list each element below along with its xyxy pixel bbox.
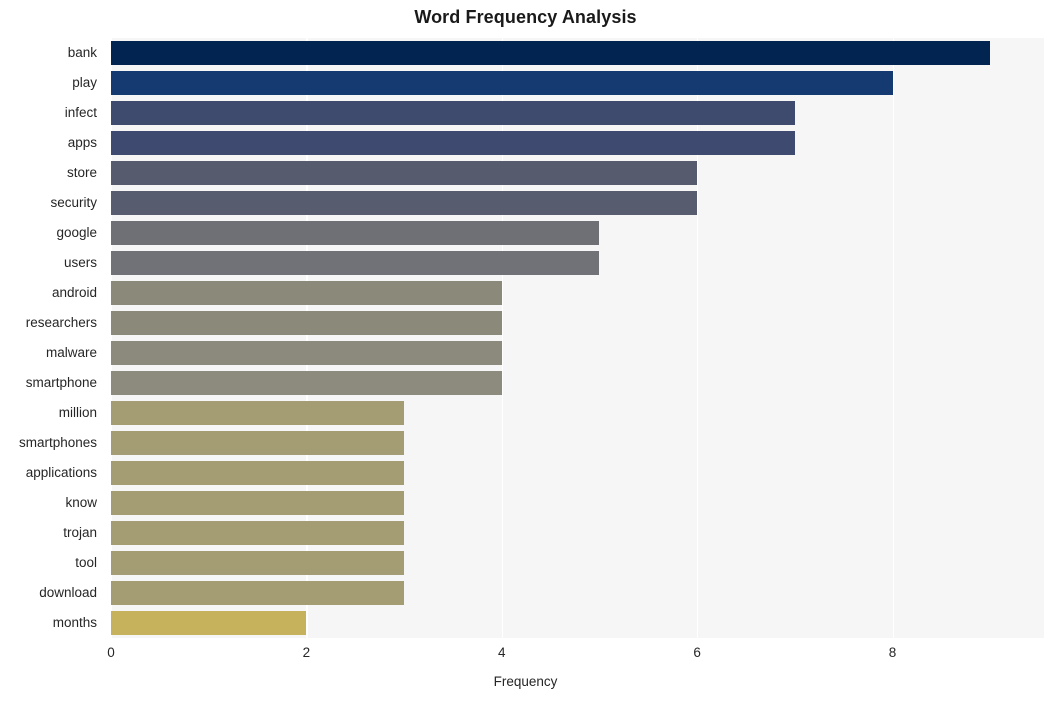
y-tick-label-smartphone: smartphone — [25, 375, 97, 390]
y-tick-label-applications: applications — [25, 465, 97, 480]
y-tick-label-infect: infect — [64, 105, 97, 120]
bar-row — [111, 191, 1044, 215]
bar-bank[interactable] — [111, 41, 991, 65]
y-tick-label-bank: bank — [67, 45, 97, 60]
bar-infect[interactable] — [111, 101, 795, 125]
y-tick-label-security: security — [50, 195, 97, 210]
bar-users[interactable] — [111, 251, 600, 275]
bar-row — [111, 401, 1044, 425]
bar-row — [111, 161, 1044, 185]
y-axis-tick-labels: bank play infect apps store security google use… — [0, 38, 104, 638]
y-tick-label-play: play — [72, 75, 97, 90]
bar-row — [111, 71, 1044, 95]
y-tick-label-store: store — [66, 165, 97, 180]
bar-apps[interactable] — [111, 131, 795, 155]
y-tick-label-android: android — [51, 285, 97, 300]
bar-row — [111, 521, 1044, 545]
bar-applications[interactable] — [111, 461, 405, 485]
bar-row — [111, 581, 1044, 605]
y-tick-label-tool: tool — [75, 555, 97, 570]
bar-row — [111, 41, 1044, 65]
y-tick-label-million: million — [58, 405, 97, 420]
chart-figure: Word Frequency Analysis bank play infect ap… — [0, 0, 1051, 701]
bar-row — [111, 611, 1044, 635]
bar-row — [111, 251, 1044, 275]
bar-row — [111, 131, 1044, 155]
y-tick-label-researchers: researchers — [25, 315, 97, 330]
bar-malware[interactable] — [111, 341, 502, 365]
y-tick-label-know: know — [65, 495, 97, 510]
bar-row — [111, 341, 1044, 365]
bar-smartphones[interactable] — [111, 431, 405, 455]
y-tick-label-smartphones: smartphones — [18, 435, 97, 450]
bar-row — [111, 221, 1044, 245]
bar-trojan[interactable] — [111, 521, 405, 545]
bar-row — [111, 431, 1044, 455]
x-tick-label-2: 2 — [302, 645, 311, 660]
bar-row — [111, 491, 1044, 515]
bar-store[interactable] — [111, 161, 698, 185]
bar-row — [111, 461, 1044, 485]
bar-researchers[interactable] — [111, 311, 502, 335]
y-tick-label-months: months — [52, 615, 97, 630]
y-tick-label-trojan: trojan — [63, 525, 97, 540]
x-axis-title: Frequency — [493, 674, 558, 689]
bar-know[interactable] — [111, 491, 405, 515]
y-tick-label-apps: apps — [67, 135, 97, 150]
bar-row — [111, 101, 1044, 125]
bar-row — [111, 311, 1044, 335]
x-tick-label-8: 8 — [888, 645, 897, 660]
x-tick-label-6: 6 — [693, 645, 701, 660]
chart-title: Word Frequency Analysis — [414, 7, 637, 27]
bar-row — [111, 371, 1044, 395]
bar-series — [111, 38, 1044, 638]
bar-google[interactable] — [111, 221, 600, 245]
x-tick-label-4: 4 — [498, 645, 506, 660]
y-tick-label-malware: malware — [45, 345, 97, 360]
bar-million[interactable] — [111, 401, 405, 425]
x-axis-tick-labels: 0 2 4 6 8 — [0, 645, 1051, 665]
plot-area — [111, 38, 1044, 638]
x-tick-label-0: 0 — [107, 645, 115, 660]
y-tick-label-users: users — [63, 255, 97, 270]
bar-security[interactable] — [111, 191, 698, 215]
bar-android[interactable] — [111, 281, 502, 305]
bar-smartphone[interactable] — [111, 371, 502, 395]
bar-download[interactable] — [111, 581, 405, 605]
bar-row — [111, 281, 1044, 305]
bar-play[interactable] — [111, 71, 893, 95]
y-tick-label-download: download — [39, 585, 97, 600]
bar-row — [111, 551, 1044, 575]
bar-tool[interactable] — [111, 551, 405, 575]
y-tick-label-google: google — [56, 225, 97, 240]
bar-months[interactable] — [111, 611, 307, 635]
